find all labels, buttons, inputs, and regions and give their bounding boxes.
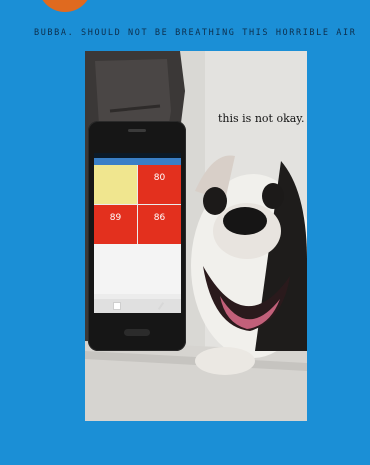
overlay-caption: this is not okay. [218, 112, 305, 125]
air-tile-2: 80 [138, 165, 181, 204]
air-tile-value: 89 [109, 213, 122, 223]
phone-home-button [124, 329, 150, 336]
poster-caption: BUBBA. SHOULD NOT BE BREATHING THIS HORR… [34, 28, 357, 38]
app-tab-bar [94, 158, 181, 165]
phone-speaker [128, 129, 146, 132]
air-tile-4: 86 [138, 205, 181, 244]
app-tab-left [94, 158, 138, 165]
phone-screen: 80 89 86 [94, 153, 181, 313]
screen-empty-area [94, 244, 181, 294]
air-tile-value: 86 [153, 213, 166, 223]
pen-icon [157, 302, 164, 310]
dog-and-phone-photo: this is not okay. 80 89 86 [85, 51, 307, 421]
air-tile-3: 89 [94, 205, 137, 244]
square-icon [113, 302, 122, 310]
phone-nav-bar [94, 299, 181, 313]
smartphone: 80 89 86 [88, 121, 186, 351]
app-tab-right [138, 158, 182, 165]
orange-corner-shape [38, 0, 92, 12]
poster: BUBBA. SHOULD NOT BE BREATHING THIS HORR… [0, 0, 370, 465]
air-tile-value: 80 [153, 173, 166, 183]
air-quality-tiles: 80 89 86 [94, 165, 181, 244]
air-tile-1 [94, 165, 137, 204]
